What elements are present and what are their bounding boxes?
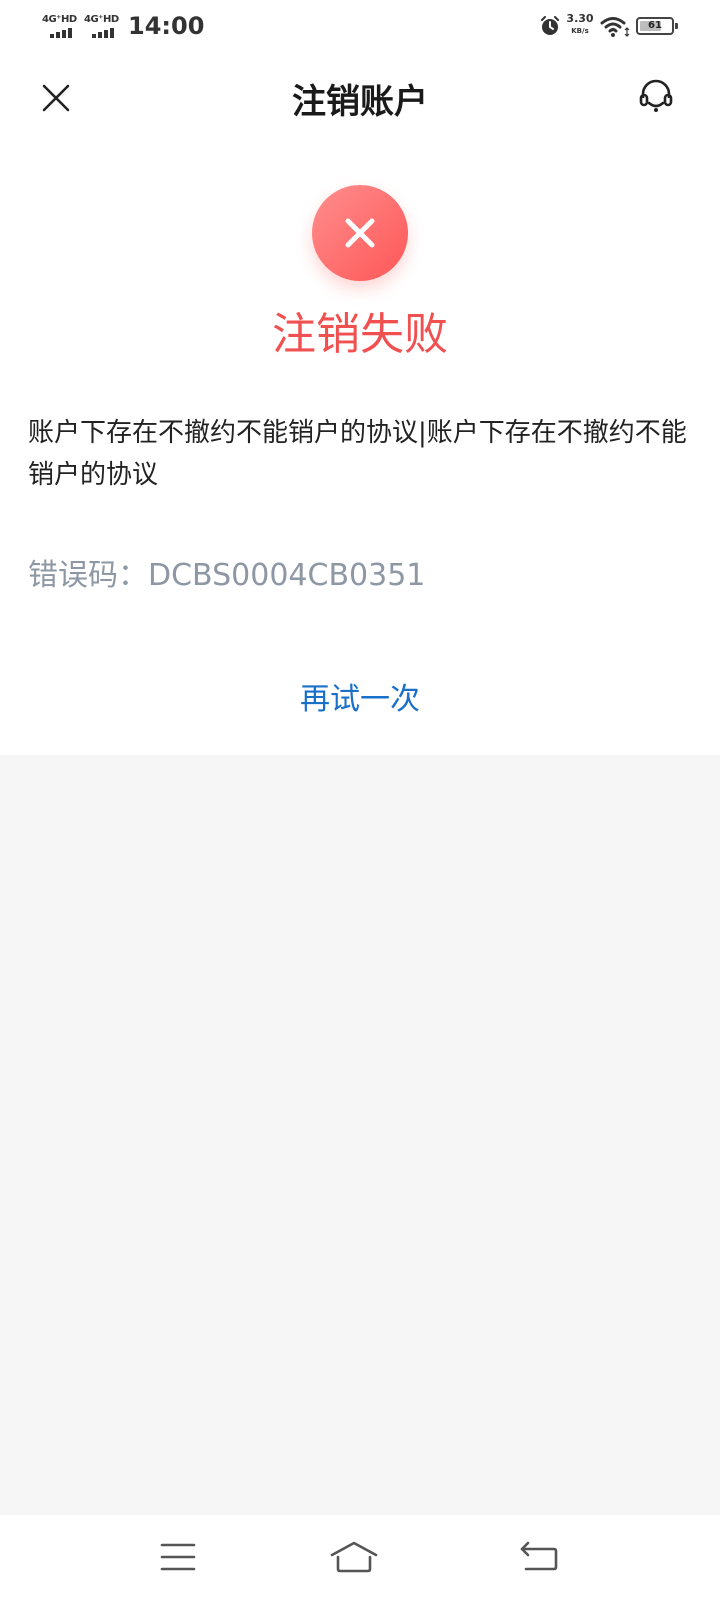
sim1-signal: 4G⁺HD xyxy=(42,14,80,40)
result-title: 注销失败 xyxy=(272,309,448,360)
network-speed-value: 3.30 xyxy=(566,12,594,25)
system-navigation-bar xyxy=(0,1515,720,1600)
battery-level: 61 xyxy=(648,20,662,31)
menu-button[interactable] xyxy=(156,1537,200,1577)
network-speed-unit: KB/s xyxy=(571,27,589,35)
customer-service-button[interactable] xyxy=(636,76,676,116)
content-card: 4G⁺HD 4G⁺HD 14:00 3.30 KB/s 61 注销账户 注销失败… xyxy=(0,0,720,755)
menu-icon xyxy=(160,1543,196,1571)
status-bar: 4G⁺HD 4G⁺HD 14:00 3.30 KB/s 61 xyxy=(0,0,720,54)
screen: 4G⁺HD 4G⁺HD 14:00 3.30 KB/s 61 注销账户 注销失败… xyxy=(0,0,720,1600)
battery-icon: 61 xyxy=(636,17,678,35)
retry-button[interactable]: 再试一次 xyxy=(0,674,720,718)
back-button[interactable] xyxy=(518,1537,562,1577)
sim1-network-label: 4G⁺HD xyxy=(42,14,77,25)
error-code-value: DCBS0004CB0351 xyxy=(148,558,426,593)
status-icons: 3.30 KB/s 61 xyxy=(540,12,680,40)
back-icon xyxy=(520,1541,558,1571)
signal-bars-icon xyxy=(92,28,118,38)
error-code-label: 错误码： xyxy=(28,558,148,593)
network-speed: 3.30 KB/s xyxy=(566,12,594,36)
alarm-icon xyxy=(541,16,559,35)
app-header: 注销账户 xyxy=(0,60,720,140)
sim2-network-label: 4G⁺HD xyxy=(84,14,119,25)
failure-badge xyxy=(312,185,408,281)
sim2-signal: 4G⁺HD xyxy=(84,14,122,40)
error-message: 账户下存在不撤约不能销户的协议|账户下存在不撤约不能销户的协议 xyxy=(28,418,687,490)
status-time: 14:00 xyxy=(128,12,205,40)
x-icon xyxy=(345,218,375,248)
home-icon xyxy=(330,1541,378,1573)
signal-bars-icon xyxy=(50,28,76,38)
home-button[interactable] xyxy=(328,1537,380,1577)
error-code-row: 错误码：DCBS0004CB0351 xyxy=(28,550,425,594)
headset-icon xyxy=(639,79,673,112)
wifi-icon xyxy=(600,17,630,37)
page-title: 注销账户 xyxy=(292,82,428,122)
